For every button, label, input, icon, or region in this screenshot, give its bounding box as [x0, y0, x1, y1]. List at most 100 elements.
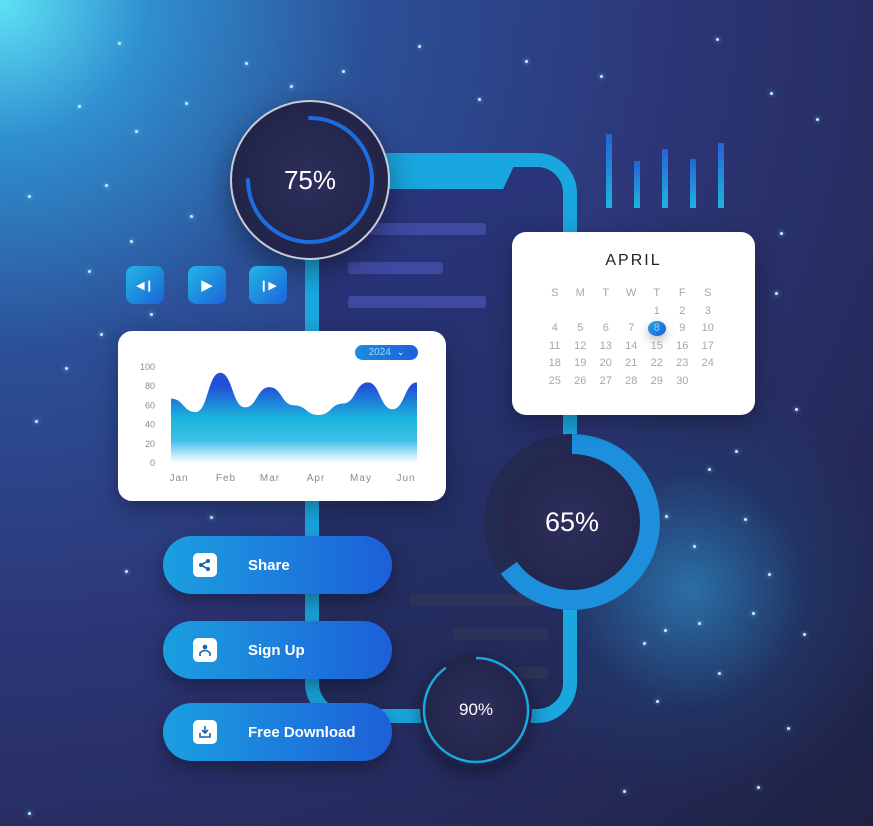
calendar-grid: S M T W T F S 1 2 3 4 5 6 7 8 9 10 11 12 13 14 15 16 17 18 19 20 21…: [542, 286, 721, 388]
calendar-day[interactable]: 5: [568, 321, 594, 336]
star: [770, 92, 773, 95]
share-icon: [193, 553, 217, 577]
x-tick-label: Feb: [216, 473, 236, 484]
weekday-label: T: [653, 287, 661, 299]
star: [65, 367, 68, 370]
calendar-day[interactable]: 6: [593, 321, 619, 336]
calendar-day[interactable]: 22: [644, 356, 670, 371]
free-download-button-label: Free Download: [248, 723, 356, 741]
play-icon: ▶: [201, 277, 213, 294]
calendar-day[interactable]: 12: [568, 339, 594, 354]
calendar-card: APRIL S M T W T F S 1 2 3 4 5 6 7 8 9 10 11 12 13 14 15 16 17 18…: [512, 232, 755, 415]
text-line-placeholder: [348, 296, 486, 308]
calendar-day[interactable]: 14: [619, 339, 645, 354]
decor-bar: [662, 148, 668, 208]
calendar-day[interactable]: 24: [695, 356, 721, 371]
star: [130, 240, 133, 243]
star: [525, 60, 528, 63]
decor-bar: [690, 159, 696, 208]
star: [744, 518, 747, 521]
weekday-label: M: [575, 287, 585, 299]
calendar-day[interactable]: 7: [619, 321, 645, 336]
previous-button[interactable]: ◀❙: [126, 266, 164, 304]
x-tick-label: Jan: [169, 473, 188, 484]
calendar-day[interactable]: 30: [670, 374, 696, 389]
calendar-day[interactable]: 29: [644, 374, 670, 389]
calendar-day[interactable]: 10: [695, 321, 721, 336]
star: [125, 570, 128, 573]
star: [105, 184, 108, 187]
calendar-day[interactable]: 28: [619, 374, 645, 389]
star: [664, 629, 667, 632]
calendar-day[interactable]: 23: [670, 356, 696, 371]
x-tick-label: May: [350, 473, 372, 484]
y-tick-label: 60: [145, 400, 155, 410]
star: [708, 468, 711, 471]
star: [135, 130, 138, 133]
progress-label: 75%: [283, 164, 337, 195]
previous-icon: ◀❙: [136, 279, 154, 292]
decor-bar: [606, 134, 612, 208]
y-tick-label: 40: [145, 420, 155, 430]
star: [100, 333, 103, 336]
calendar-day[interactable]: 25: [542, 374, 568, 389]
star: [78, 105, 81, 108]
star: [768, 573, 771, 576]
star: [185, 102, 188, 105]
star: [150, 313, 153, 316]
star: [752, 612, 755, 615]
x-tick-label: Jun: [396, 473, 415, 484]
calendar-day[interactable]: 19: [568, 356, 594, 371]
selected-day[interactable]: 8: [647, 321, 666, 336]
calendar-month: APRIL: [605, 252, 662, 269]
star: [656, 700, 659, 703]
star: [290, 85, 293, 88]
empty-day: [542, 304, 568, 319]
area-chart-card: 2024 ⌄ 0 20 40 60 80 100 Jan Feb Mar Apr May Jun: [118, 331, 446, 501]
calendar-day[interactable]: 16: [670, 339, 696, 354]
star: [718, 672, 721, 675]
star: [698, 622, 701, 625]
download-icon: [193, 720, 217, 744]
weekday-label: T: [602, 287, 610, 299]
calendar-day[interactable]: 3: [695, 304, 721, 319]
star: [210, 516, 213, 519]
calendar-day[interactable]: 17: [695, 339, 721, 354]
calendar-day[interactable]: 26: [568, 374, 594, 389]
next-button[interactable]: ❙▶: [249, 266, 287, 304]
decor-bar: [718, 142, 724, 208]
calendar-day[interactable]: 20: [593, 356, 619, 371]
calendar-day[interactable]: 13: [593, 339, 619, 354]
weekday-label: S: [704, 287, 712, 299]
sign-up-button[interactable]: Sign Up: [163, 621, 392, 679]
x-tick-label: Apr: [307, 473, 326, 484]
decor-bar: [634, 160, 640, 208]
calendar-day[interactable]: 8: [644, 321, 670, 336]
y-tick-label: 0: [150, 458, 155, 468]
calendar-day[interactable]: 18: [542, 356, 568, 371]
next-icon: ❙▶: [259, 279, 277, 292]
share-button-label: Share: [248, 556, 290, 574]
share-button[interactable]: Share: [163, 536, 392, 594]
calendar-day[interactable]: 11: [542, 339, 568, 354]
star: [28, 195, 31, 198]
calendar-day[interactable]: 9: [670, 321, 696, 336]
calendar-day[interactable]: 4: [542, 321, 568, 336]
free-download-button[interactable]: Free Download: [163, 703, 392, 761]
phone-notch: [380, 153, 520, 189]
star: [28, 812, 31, 815]
calendar-day[interactable]: 15: [644, 339, 670, 354]
y-tick-label: 80: [145, 381, 155, 391]
empty-day: [593, 304, 619, 319]
calendar-day[interactable]: 27: [593, 374, 619, 389]
calendar-day[interactable]: 21: [619, 356, 645, 371]
calendar-day[interactable]: 1: [644, 304, 670, 319]
star: [600, 75, 603, 78]
star: [478, 98, 481, 101]
area-series: [171, 372, 417, 463]
sign-up-button-label: Sign Up: [248, 641, 305, 659]
play-button[interactable]: ▶: [188, 266, 226, 304]
calendar-day[interactable]: 2: [670, 304, 696, 319]
star: [787, 727, 790, 730]
star: [623, 790, 626, 793]
